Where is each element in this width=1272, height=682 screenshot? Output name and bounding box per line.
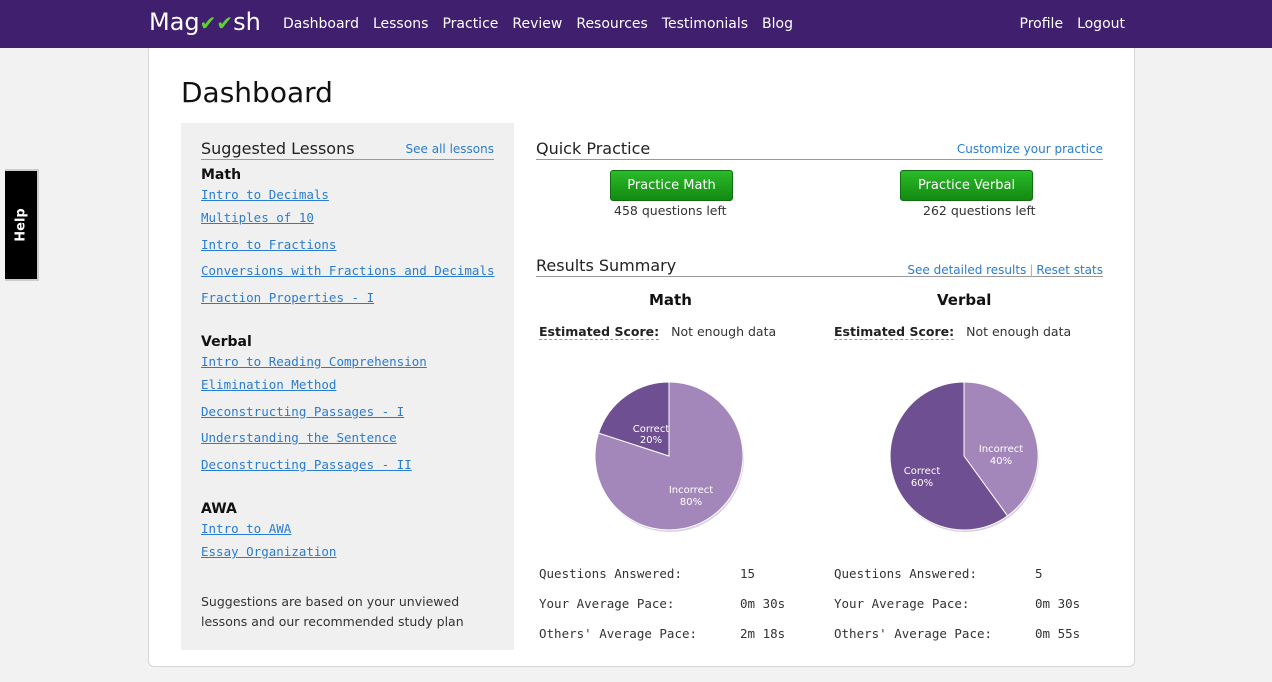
pie-pct-correct: 20% (640, 435, 662, 446)
quick-practice-header: Quick Practice Customize your practice (536, 139, 1103, 160)
nav-testimonials[interactable]: Testimonials (655, 16, 755, 32)
math-results-title: Math (649, 291, 692, 309)
stat-label: Questions Answered: (834, 566, 977, 581)
section-heading-math: Math (201, 167, 242, 183)
pie-label-incorrect: Incorrect (669, 485, 713, 496)
nav-blog[interactable]: Blog (755, 16, 800, 32)
nav-review[interactable]: Review (505, 16, 569, 32)
nav-practice[interactable]: Practice (435, 16, 505, 32)
results-summary-title: Results Summary (536, 256, 677, 275)
link-separator: | (1029, 263, 1034, 277)
stat-label: Others' Average Pace: (539, 626, 698, 641)
verbal-estimated-score: Estimated Score: Not enough data (834, 324, 1072, 340)
lesson-link[interactable]: Essay Organization (201, 539, 336, 566)
results-summary-header: Results Summary See detailed results | Res… (536, 256, 1103, 277)
nav-dashboard[interactable]: Dashboard (276, 16, 366, 32)
see-detailed-results-link[interactable]: See detailed results (907, 263, 1026, 277)
logo-text-right: sh (233, 8, 261, 36)
estimated-score-value: Not enough data (671, 324, 777, 339)
estimated-score-value: Not enough data (966, 324, 1072, 339)
customize-practice-link[interactable]: Customize your practice (957, 142, 1103, 156)
stat-label: Your Average Pace: (539, 596, 675, 611)
lesson-link[interactable]: Fraction Properties - I (201, 285, 495, 312)
top-nav-bar: Mag✔✔sh Dashboard Lessons Practice Revie… (0, 0, 1272, 48)
stat-row: Your Average Pace: 0m 30s (539, 589, 785, 619)
verbal-lessons-section: Verbal Intro to Reading Comprehension El… (201, 334, 427, 478)
verbal-results-pie-chart: Incorrect 40% Correct 60% (889, 381, 1039, 532)
stat-row: Others' Average Pace: 2m 18s (539, 619, 785, 649)
nav-resources[interactable]: Resources (569, 16, 655, 32)
stat-value: 0m 30s (740, 596, 786, 611)
pie-label-correct: Correct (904, 466, 941, 477)
pie-label-correct: Correct (633, 424, 670, 435)
nav-lessons[interactable]: Lessons (366, 16, 436, 32)
lesson-link[interactable]: Intro to Fractions (201, 232, 495, 259)
quick-practice-title: Quick Practice (536, 139, 651, 158)
stat-label: Questions Answered: (539, 566, 682, 581)
lesson-link[interactable]: Intro to AWA (201, 519, 336, 539)
dashboard-card: Dashboard Suggested Lessons See all less… (148, 48, 1135, 667)
stat-label: Your Average Pace: (834, 596, 970, 611)
nav-logout[interactable]: Logout (1070, 16, 1132, 32)
math-estimated-score: Estimated Score: Not enough data (539, 324, 777, 340)
stat-row: Questions Answered: 5 (834, 559, 1094, 589)
verbal-questions-left: 262 questions left (923, 203, 1036, 218)
reset-stats-link[interactable]: Reset stats (1036, 263, 1103, 277)
pie-pct-incorrect: 80% (680, 497, 702, 508)
practice-verbal-button[interactable]: Practice Verbal (900, 170, 1033, 201)
stat-value: 2m 18s (740, 626, 786, 641)
lesson-link[interactable]: Elimination Method (201, 372, 427, 399)
pie-pct-correct: 60% (911, 478, 933, 489)
stat-value: 0m 30s (1035, 596, 1081, 611)
pie-label-incorrect: Incorrect (979, 444, 1023, 455)
verbal-results-title: Verbal (937, 291, 992, 309)
lesson-link[interactable]: Multiples of 10 (201, 205, 495, 232)
see-all-lessons-link[interactable]: See all lessons (406, 142, 494, 156)
lesson-link[interactable]: Understanding the Sentence (201, 425, 427, 452)
stat-row: Your Average Pace: 0m 30s (834, 589, 1094, 619)
section-heading-awa: AWA (201, 501, 237, 517)
suggested-lessons-title: Suggested Lessons (201, 139, 355, 158)
help-tab[interactable]: Help (5, 169, 39, 281)
pie-pct-incorrect: 40% (990, 456, 1012, 467)
lesson-link[interactable]: Intro to Decimals (201, 185, 495, 205)
suggestions-note: Suggestions are based on your unviewed l… (201, 594, 464, 629)
suggested-lessons-header: Suggested Lessons See all lessons (201, 139, 494, 160)
lesson-link[interactable]: Deconstructing Passages - II (201, 452, 427, 479)
lesson-link[interactable]: Deconstructing Passages - I (201, 399, 427, 426)
section-heading-verbal: Verbal (201, 334, 252, 350)
math-stats: Questions Answered: 15 Your Average Pace:… (539, 559, 785, 649)
check-icon: ✔✔ (199, 11, 234, 35)
stat-label: Others' Average Pace: (834, 626, 993, 641)
logo-text-left: Mag (149, 8, 200, 36)
magoosh-logo[interactable]: Mag✔✔sh (149, 8, 261, 36)
help-label: Help (13, 208, 29, 242)
estimated-score-label[interactable]: Estimated Score: (834, 324, 955, 340)
stat-value: 0m 55s (1035, 626, 1081, 641)
stat-value: 5 (1035, 566, 1043, 581)
stat-value: 15 (740, 566, 756, 581)
math-questions-left: 458 questions left (614, 203, 727, 218)
stat-row: Questions Answered: 15 (539, 559, 779, 589)
estimated-score-label[interactable]: Estimated Score: (539, 324, 660, 340)
stat-row: Others' Average Pace: 0m 55s (834, 619, 1094, 649)
nav-profile[interactable]: Profile (1013, 16, 1071, 32)
results-links: See detailed results | Reset stats (907, 259, 1103, 278)
awa-lessons-section: AWA Intro to AWA Essay Organization (201, 501, 336, 566)
account-nav: Profile Logout (1013, 0, 1132, 48)
verbal-stats: Questions Answered: 5 Your Average Pace: 0… (834, 559, 1094, 649)
page-title: Dashboard (181, 76, 333, 109)
suggested-lessons-panel: Suggested Lessons See all lessons Math I… (181, 123, 514, 650)
practice-math-button[interactable]: Practice Math (610, 170, 733, 201)
main-nav: Dashboard Lessons Practice Review Resour… (276, 0, 800, 48)
math-lessons-section: Math Intro to Decimals Multiples of 10 I… (201, 167, 495, 311)
lesson-link[interactable]: Intro to Reading Comprehension (201, 352, 427, 372)
math-results-pie-chart: Correct 20% Incorrect 80% (594, 381, 744, 532)
lesson-link[interactable]: Conversions with Fractions and Decimals (201, 258, 495, 285)
